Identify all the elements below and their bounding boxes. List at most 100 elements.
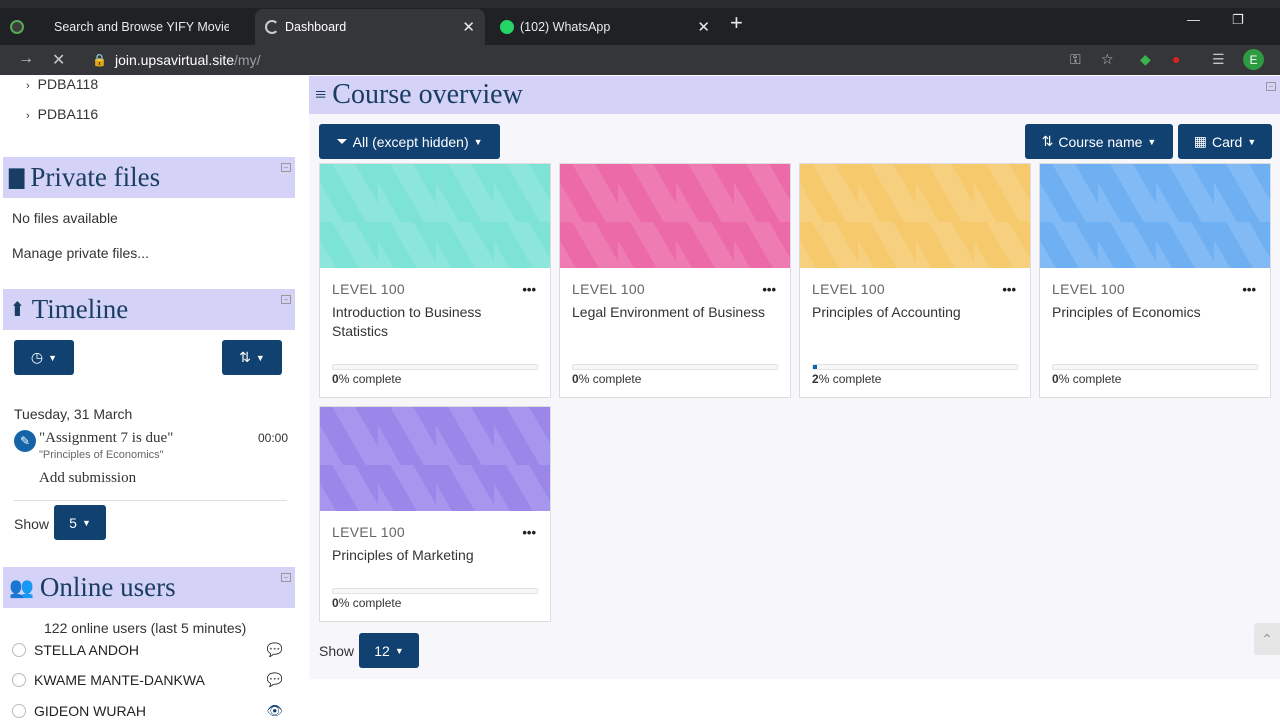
stop-loading-icon[interactable]: ✕ xyxy=(52,50,65,70)
tab-whatsapp[interactable]: (102) WhatsApp ✕ xyxy=(490,9,720,45)
course-name[interactable]: Principles of Marketing xyxy=(332,546,532,565)
manage-private-files-link[interactable]: Manage private files... xyxy=(12,245,149,261)
profile-avatar[interactable]: E xyxy=(1243,49,1264,70)
course-level: LEVEL 100 xyxy=(1052,281,1126,297)
star-icon[interactable]: ☆ xyxy=(1101,51,1114,68)
collapse-icon[interactable]: – xyxy=(281,573,291,582)
nav-item-pdba118[interactable]: › PDBA118 xyxy=(26,76,98,92)
grid-icon: ▦ xyxy=(1193,133,1207,149)
private-files-header: ▇ Private files – xyxy=(3,157,295,198)
timeline-sort-button[interactable]: ⇅ ▼ xyxy=(222,340,282,375)
course-banner[interactable] xyxy=(320,407,550,511)
course-card[interactable]: LEVEL 100 ••• Principles of Accounting 2… xyxy=(799,163,1031,398)
sort-icon: ⇅ xyxy=(239,349,251,365)
course-menu-icon[interactable]: ••• xyxy=(762,282,776,297)
course-level: LEVEL 100 xyxy=(332,281,406,297)
block-title: Timeline xyxy=(31,294,129,324)
progress-bar xyxy=(332,588,538,594)
page: › PDBA118 › PDBA116 ▇ Private files – No f… xyxy=(0,75,1280,720)
lock-icon: 🔒 xyxy=(92,53,107,67)
online-user[interactable]: GIDEON WURAH 👁 xyxy=(12,700,287,720)
extension-red-icon[interactable]: ● xyxy=(1172,51,1180,67)
filter-icon: ⏷ xyxy=(336,133,348,149)
course-name[interactable]: Legal Environment of Business xyxy=(572,303,772,322)
course-card[interactable]: LEVEL 100 ••• Introduction to Business S… xyxy=(319,163,551,398)
users-icon: 👥 xyxy=(9,577,34,599)
new-tab-icon[interactable]: + xyxy=(730,10,743,36)
user-avatar-icon xyxy=(12,673,26,687)
arrow-up-icon: ⬆ xyxy=(9,299,26,321)
course-banner[interactable] xyxy=(560,164,790,268)
timeline-header: ⬆ Timeline – xyxy=(3,289,295,330)
progress-text: 0% complete xyxy=(1052,372,1122,386)
timeline-filter-button[interactable]: ◷ ▼ xyxy=(14,340,74,375)
clock-icon: ◷ xyxy=(30,349,44,365)
course-filter-dropdown[interactable]: ⏷ All (except hidden) ▼ xyxy=(319,124,500,159)
course-name[interactable]: Principles of Accounting xyxy=(812,303,1012,322)
course-name[interactable]: Introduction to Business Statistics xyxy=(332,303,532,341)
course-overview-header: ≡ Course overview – xyxy=(309,76,1280,114)
close-tab-icon[interactable]: ✕ xyxy=(697,18,710,36)
online-user[interactable]: STELLA ANDOH 💬 xyxy=(12,639,287,661)
reading-list-icon[interactable]: ☰ xyxy=(1212,51,1225,68)
course-menu-icon[interactable]: ••• xyxy=(522,282,536,297)
message-icon[interactable]: 💬 xyxy=(267,642,283,658)
course-show-label: Show xyxy=(319,643,355,659)
nav-item-pdba116[interactable]: › PDBA116 xyxy=(26,106,98,122)
key-icon[interactable]: ⚿ xyxy=(1070,51,1081,68)
caret-down-icon: ▼ xyxy=(255,352,265,363)
extension-icon[interactable]: ◆ xyxy=(1140,51,1151,68)
close-tab-icon[interactable]: ✕ xyxy=(462,18,475,36)
course-card[interactable]: LEVEL 100 ••• Legal Environment of Busin… xyxy=(559,163,791,398)
course-sort-dropdown[interactable]: ⇅ Course name ▼ xyxy=(1025,124,1173,159)
online-users-summary: 122 online users (last 5 minutes) xyxy=(44,620,247,636)
course-menu-icon[interactable]: ••• xyxy=(1242,282,1256,297)
progress-text: 0% complete xyxy=(572,372,642,386)
restore-icon[interactable]: ❐ xyxy=(1232,12,1244,28)
course-level: LEVEL 100 xyxy=(572,281,646,297)
progress-bar xyxy=(572,364,778,370)
loading-spinner-icon xyxy=(265,20,279,34)
no-files-text: No files available xyxy=(12,210,118,226)
course-banner[interactable] xyxy=(800,164,1030,268)
caret-down-icon: ▼ xyxy=(394,645,404,656)
tab-dashboard[interactable]: Dashboard ✕ xyxy=(255,9,485,45)
user-avatar-icon xyxy=(12,643,26,657)
online-users-header: 👥 Online users – xyxy=(3,567,295,608)
forward-icon[interactable]: → xyxy=(18,50,34,68)
course-menu-icon[interactable]: ••• xyxy=(522,525,536,540)
course-menu-icon[interactable]: ••• xyxy=(1002,282,1016,297)
assignment-icon: ✎ xyxy=(14,430,36,452)
chevron-right-icon: › xyxy=(26,80,30,92)
course-level: LEVEL 100 xyxy=(332,524,406,540)
course-banner[interactable] xyxy=(1040,164,1270,268)
progress-bar xyxy=(812,364,1018,370)
sort-icon: ⇅ xyxy=(1041,133,1054,149)
online-user[interactable]: KWAME MANTE-DANKWA 💬 xyxy=(12,669,287,691)
back-to-top-button[interactable]: ⌃ xyxy=(1254,623,1280,655)
course-banner[interactable] xyxy=(320,164,550,268)
event-time: 00:00 xyxy=(258,431,289,445)
course-card[interactable]: LEVEL 100 ••• Principles of Economics 0%… xyxy=(1039,163,1271,398)
caret-down-icon: ▼ xyxy=(473,136,483,147)
collapse-icon[interactable]: – xyxy=(281,295,291,304)
tab-yify[interactable]: Search and Browse YIFY Movies xyxy=(0,9,250,45)
caret-down-icon: ▼ xyxy=(1147,136,1157,147)
course-name[interactable]: Principles of Economics xyxy=(1052,303,1252,322)
event-name[interactable]: "Assignment 7 is due" xyxy=(39,430,173,447)
message-icon[interactable]: 💬 xyxy=(267,672,283,688)
timeline-show-select[interactable]: 5 ▼ xyxy=(54,505,106,540)
course-view-dropdown[interactable]: ▦ Card ▼ xyxy=(1178,124,1272,159)
eye-icon[interactable]: 👁 xyxy=(266,703,283,719)
url-field[interactable]: 🔒 join.upsavirtual.site/my/ xyxy=(80,48,1190,72)
course-show-select[interactable]: 12 ▼ xyxy=(359,633,419,668)
collapse-icon[interactable]: – xyxy=(1266,82,1276,91)
add-submission-link[interactable]: Add submission xyxy=(39,470,136,487)
course-card[interactable]: LEVEL 100 ••• Principles of Marketing 0%… xyxy=(319,406,551,622)
tab-title: (102) WhatsApp xyxy=(520,20,611,34)
minimize-icon[interactable]: — xyxy=(1187,12,1200,27)
url-domain: join.upsavirtual.site xyxy=(114,52,235,68)
progress-fill xyxy=(813,365,818,369)
menu-icon: ≡ xyxy=(315,83,327,106)
collapse-icon[interactable]: – xyxy=(281,163,291,172)
